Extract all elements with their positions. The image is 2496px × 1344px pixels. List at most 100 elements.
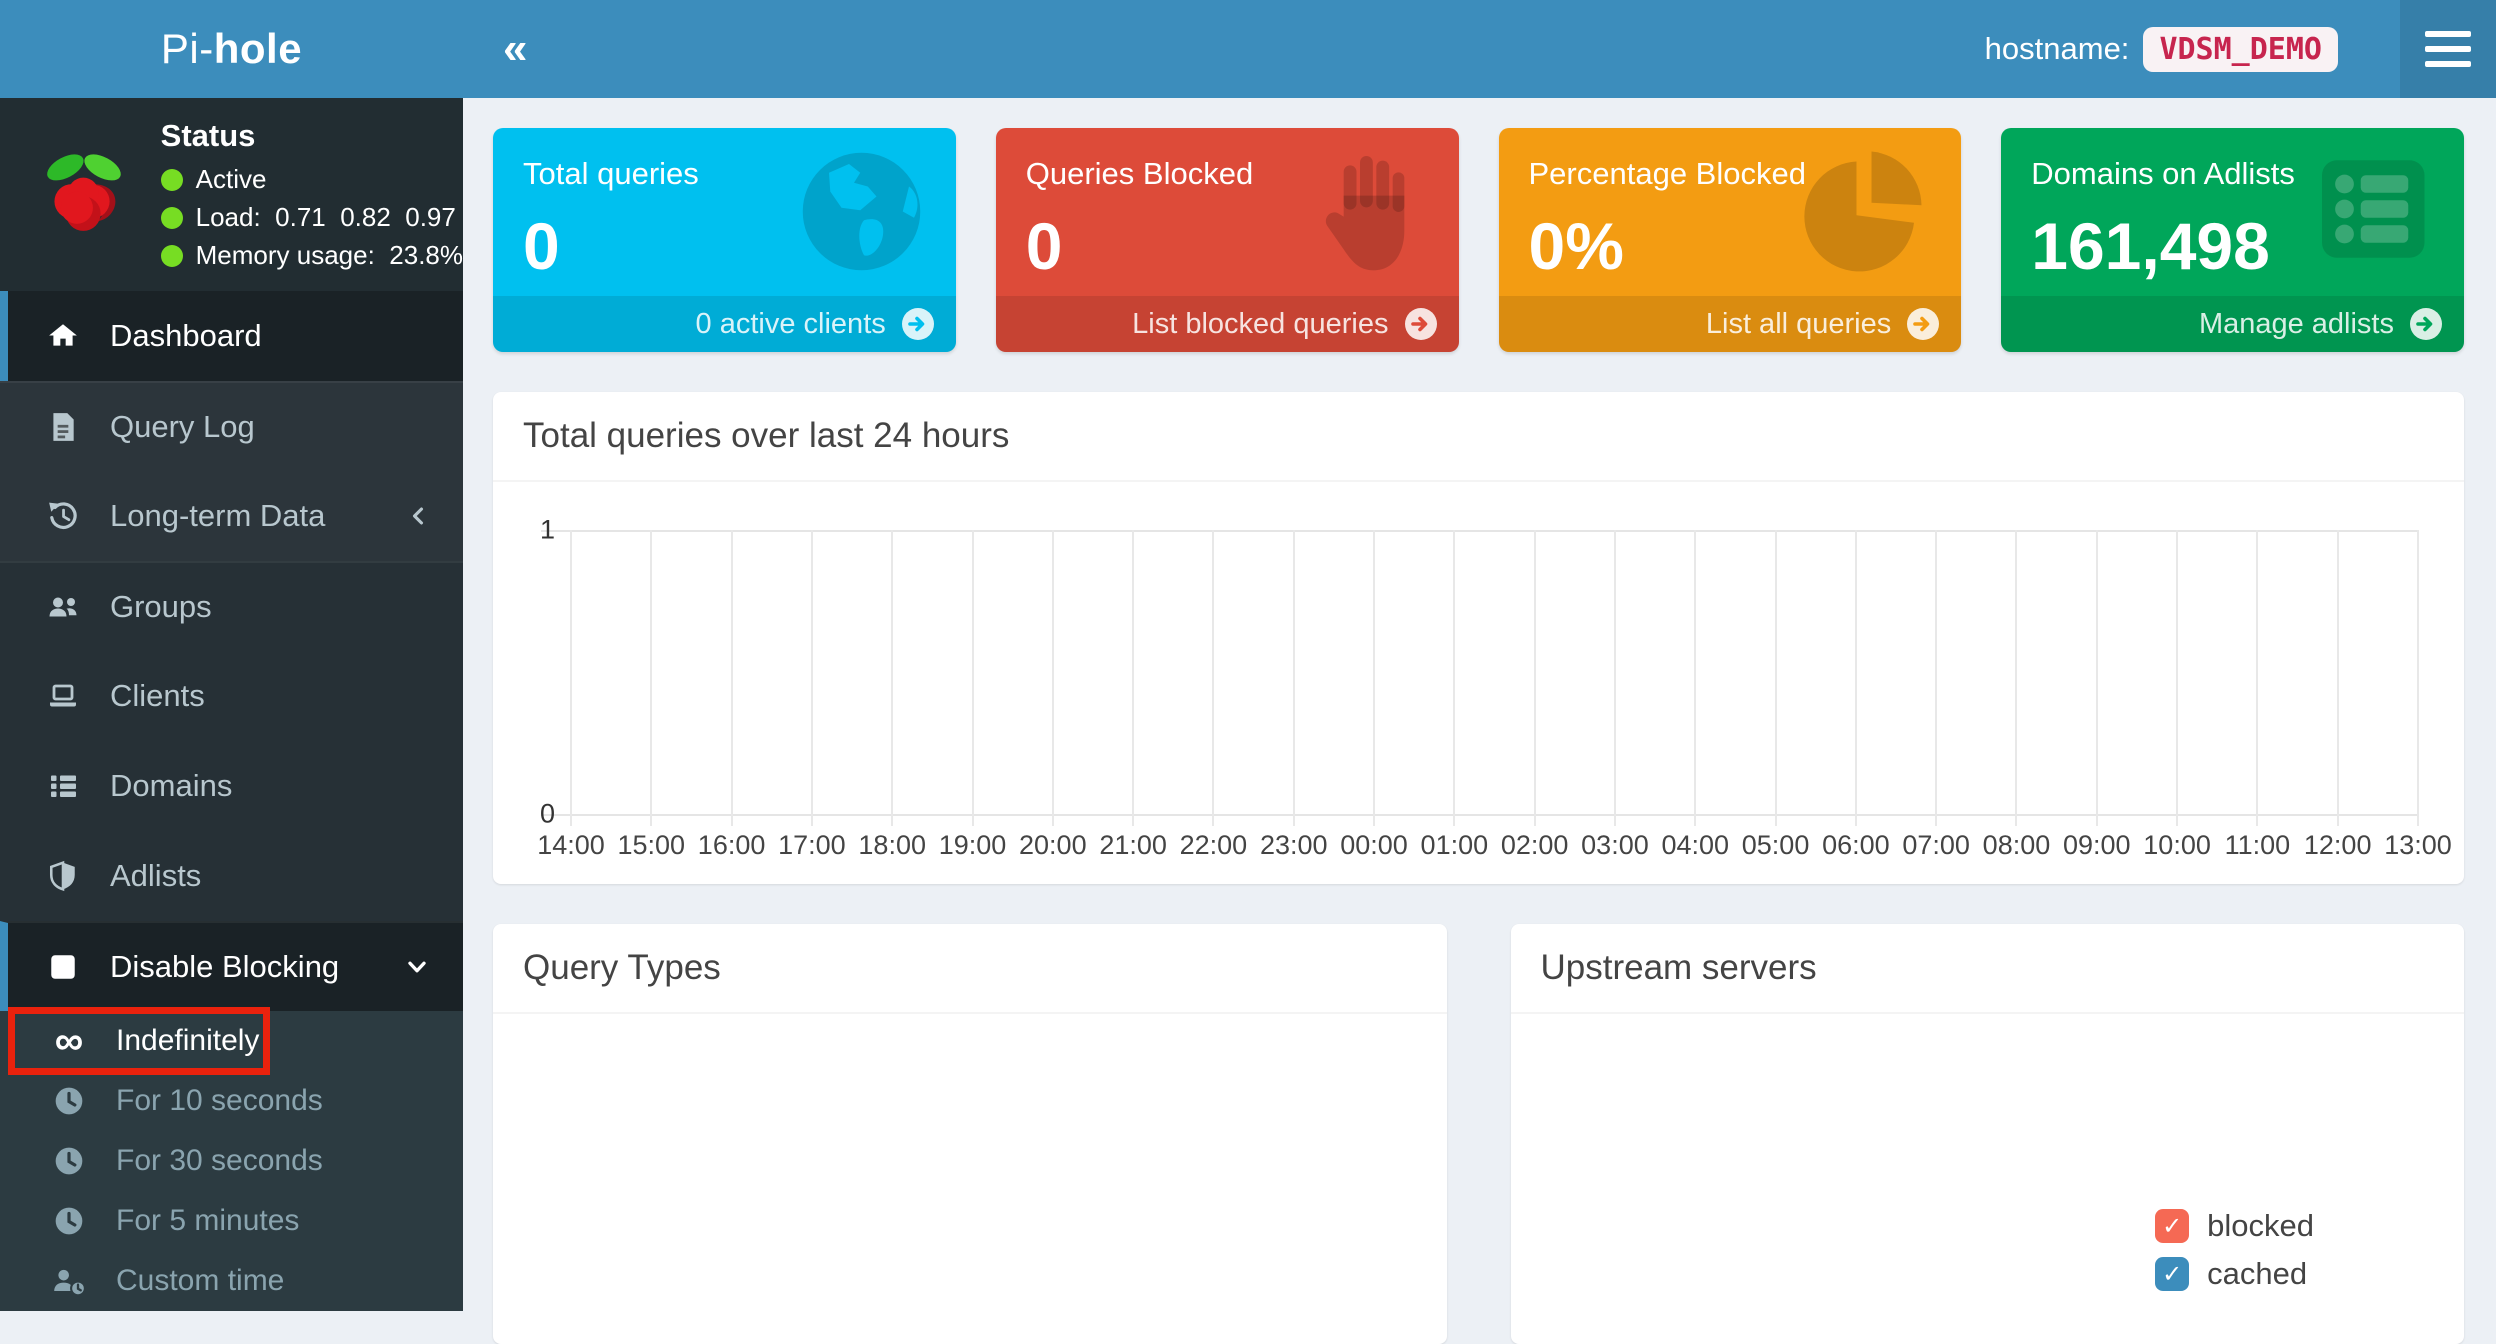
query-types-panel: Query Types — [493, 924, 1447, 1344]
status-dot-icon — [161, 207, 183, 229]
clock-icon — [46, 1205, 92, 1237]
card-footer-label: 0 active clients — [696, 308, 886, 341]
card-footer-manage-adlists[interactable]: Manage adlists — [2001, 296, 2464, 352]
top-header: Pi-hole « hostname: VDSM_DEMO — [0, 0, 2496, 98]
legend-label: cached — [2207, 1256, 2307, 1292]
arrow-circle-right-icon — [1403, 306, 1439, 342]
card-title: Domains on Adlists — [2031, 156, 2464, 192]
laptop-icon — [40, 681, 86, 711]
sidebar-menu: DashboardQuery LogLong-term Data Groups Cl… — [0, 291, 463, 1311]
chart-gridline — [1052, 530, 1054, 826]
x-axis-label: 10:00 — [2143, 830, 2211, 861]
chart-title: Total queries over last 24 hours — [523, 416, 1009, 455]
chart-gridline — [1132, 530, 1134, 826]
card-title: Total queries — [523, 156, 956, 192]
status-active: Active — [161, 164, 463, 195]
x-axis-label: 22:00 — [1180, 830, 1248, 861]
clock-icon — [46, 1085, 92, 1117]
arrow-circle-right-icon — [2408, 306, 2444, 342]
x-axis-label: 19:00 — [939, 830, 1007, 861]
x-axis-label: 13:00 — [2384, 830, 2452, 861]
card-footer-0-active-clients[interactable]: 0 active clients — [493, 296, 956, 352]
sidebar-item-for-10-seconds[interactable]: For 10 seconds — [0, 1071, 463, 1131]
sidebar-item-disable-blocking[interactable]: Disable Blocking — [0, 921, 463, 1011]
card-footer-list-blocked-queries[interactable]: List blocked queries — [996, 296, 1459, 352]
x-axis-label: 00:00 — [1340, 830, 1408, 861]
upstream-legend: ✓ blocked ✓ cached — [2155, 1208, 2314, 1304]
file-icon — [40, 411, 86, 443]
chart-gridline — [1293, 530, 1295, 826]
card-value: 0 — [523, 208, 956, 284]
chart-gridline-top — [541, 530, 2418, 532]
sidebar-item-for-30-seconds[interactable]: For 30 seconds — [0, 1131, 463, 1191]
chart-gridline — [2096, 530, 2098, 826]
chart-plot: 14:0015:0016:0017:0018:0019:0020:0021:00… — [571, 530, 2418, 814]
sidebar-item-clients[interactable]: Clients — [0, 651, 463, 741]
summary-cards: Total queries00 active clientsQueries Bl… — [493, 128, 2464, 352]
sidebar-collapse-button[interactable]: « — [503, 27, 527, 71]
sidebar-item-label: Clients — [110, 678, 205, 714]
hamburger-menu-button[interactable] — [2400, 0, 2496, 98]
stop-icon — [40, 951, 86, 983]
chart-gridline — [2015, 530, 2017, 826]
chart-gridline — [1534, 530, 1536, 826]
chart-gridline — [1212, 530, 1214, 826]
x-axis-label: 14:00 — [537, 830, 605, 861]
arrow-circle-right-icon — [900, 306, 936, 342]
chart-gridline — [731, 530, 733, 826]
arrow-circle-right-icon — [1905, 306, 1941, 342]
sidebar-item-groups[interactable]: Groups — [0, 561, 463, 651]
sidebar-item-label: Domains — [110, 768, 232, 804]
sidebar-item-for-5-minutes[interactable]: For 5 minutes — [0, 1191, 463, 1251]
legend-item-cached[interactable]: ✓ cached — [2155, 1256, 2314, 1292]
status-load: Load: 0.71 0.82 0.97 — [161, 202, 463, 233]
x-axis-label: 09:00 — [2063, 830, 2131, 861]
main-content: Total queries00 active clientsQueries Bl… — [463, 98, 2496, 1310]
shield-icon — [40, 860, 86, 892]
checkbox-checked-icon[interactable]: ✓ — [2155, 1257, 2189, 1291]
status-title: Status — [161, 118, 463, 154]
checkbox-checked-icon[interactable]: ✓ — [2155, 1209, 2189, 1243]
card-footer-label: List blocked queries — [1132, 308, 1388, 341]
sidebar-item-long-term-data[interactable]: Long-term Data — [0, 471, 463, 561]
status-rows: ActiveLoad: 0.71 0.82 0.97Memory usage: … — [161, 164, 463, 271]
brand-prefix: Pi- — [161, 25, 214, 73]
legend-item-blocked[interactable]: ✓ blocked — [2155, 1208, 2314, 1244]
sidebar-item-adlists[interactable]: Adlists — [0, 831, 463, 921]
sidebar-item-dashboard[interactable]: Dashboard — [0, 291, 463, 381]
card-footer-list-all-queries[interactable]: List all queries — [1499, 296, 1962, 352]
chart-gridline — [1694, 530, 1696, 826]
card-title: Percentage Blocked — [1529, 156, 1962, 192]
chevron-left-icon — [405, 503, 431, 529]
chart-gridline — [2417, 530, 2419, 826]
hostname-value: VDSM_DEMO — [2143, 27, 2338, 72]
users-icon — [40, 592, 86, 622]
sidebar-item-domains[interactable]: Domains — [0, 741, 463, 831]
chart-gridline — [811, 530, 813, 826]
sidebar-item-label: For 30 seconds — [116, 1144, 323, 1178]
chart-gridline — [1775, 530, 1777, 826]
chart-gridline — [1373, 530, 1375, 826]
chart-gridline — [1935, 530, 1937, 826]
header-bar: « hostname: VDSM_DEMO — [463, 0, 2496, 98]
chart-gridline — [1614, 530, 1616, 826]
sidebar-item-label: Disable Blocking — [110, 949, 339, 985]
y-axis-label: 0 — [519, 799, 555, 830]
pihole-logo: Pi-hole — [0, 0, 463, 98]
sidebar-item-label: Groups — [110, 589, 212, 625]
chart-gridline — [1855, 530, 1857, 826]
hamburger-icon — [2425, 31, 2471, 37]
chart-gridline — [650, 530, 652, 826]
x-axis-label: 20:00 — [1019, 830, 1087, 861]
home-icon — [40, 320, 86, 352]
x-axis-label: 11:00 — [2225, 830, 2291, 861]
sidebar-item-label: For 5 minutes — [116, 1204, 299, 1238]
sidebar-item-custom-time[interactable]: Custom time — [0, 1251, 463, 1311]
sidebar-item-query-log[interactable]: Query Log — [0, 381, 463, 471]
legend-label: blocked — [2207, 1208, 2314, 1244]
query-types-title: Query Types — [523, 948, 721, 987]
annotation-highlight-indefinitely — [8, 1007, 270, 1075]
sidebar-item-label: Adlists — [110, 858, 201, 894]
x-axis-label: 15:00 — [618, 830, 686, 861]
x-axis-label: 02:00 — [1501, 830, 1569, 861]
